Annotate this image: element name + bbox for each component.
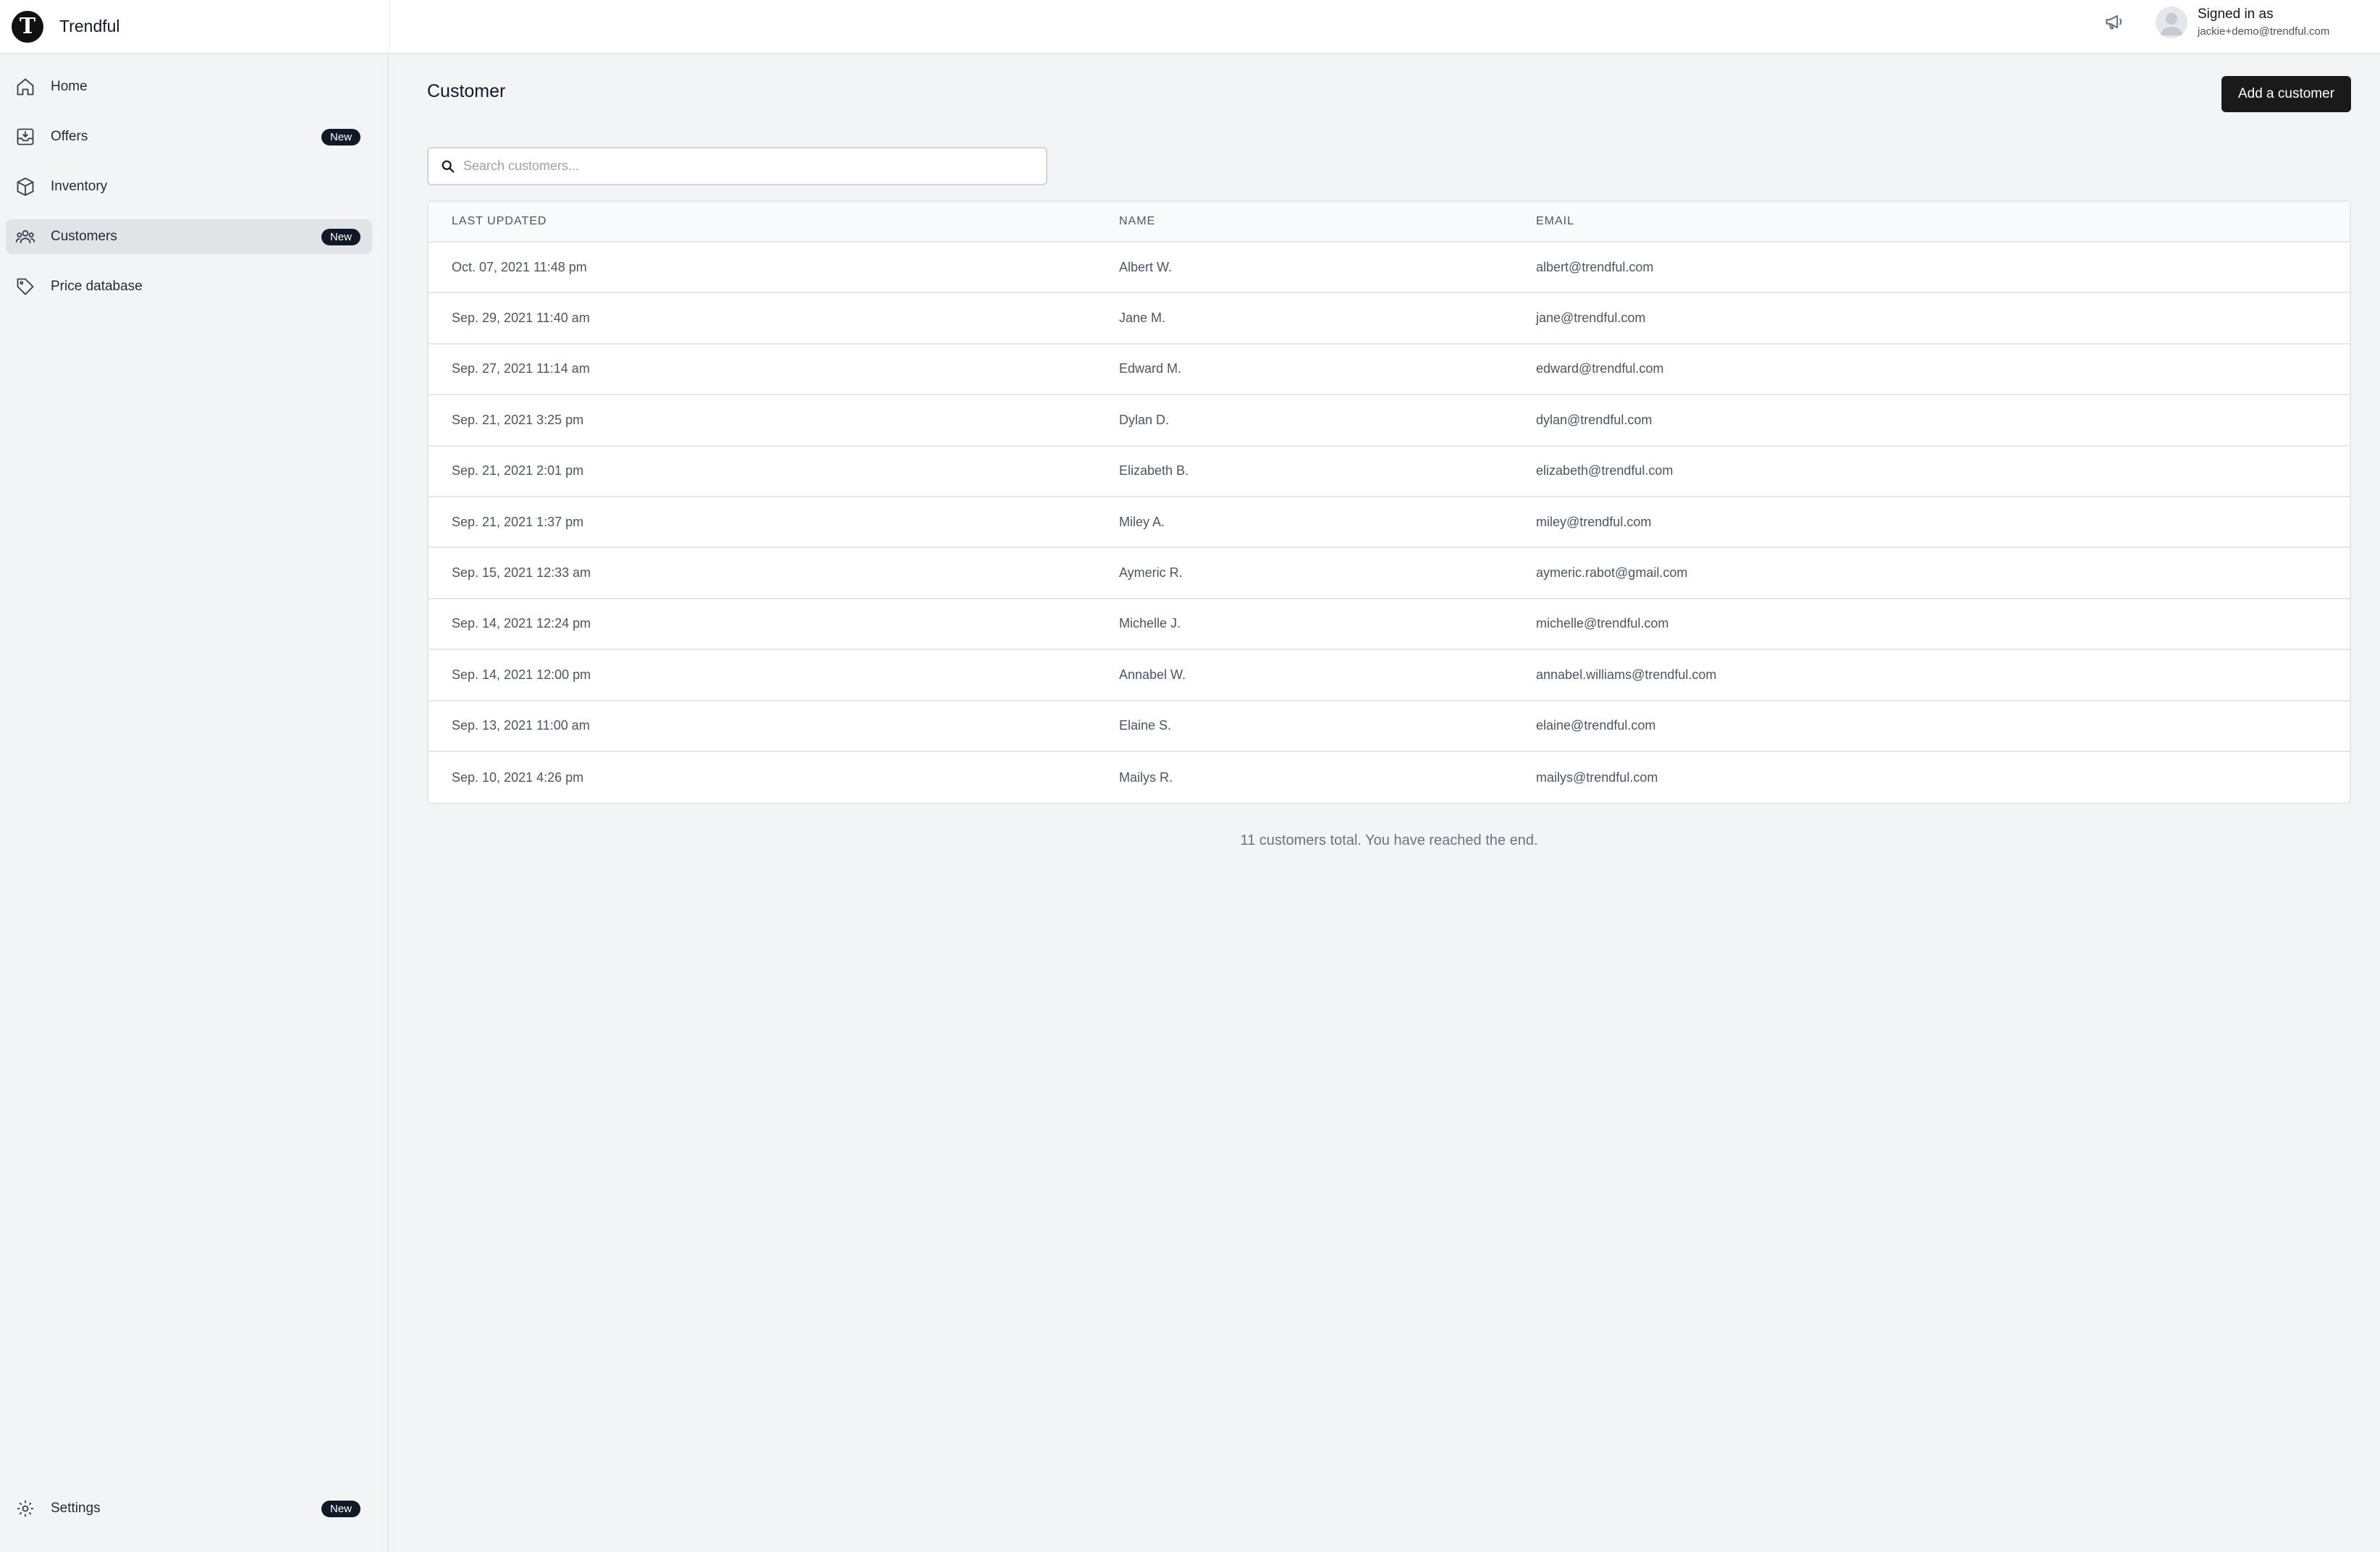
cell-email: miley@trendful.com — [1536, 514, 1652, 529]
column-header-name[interactable]: NAME — [1119, 215, 1155, 228]
cell-name: Michelle J. — [1119, 616, 1181, 631]
table-row[interactable]: Sep. 21, 2021 3:25 pm Dylan D. dylan@trend… — [429, 395, 2350, 447]
cell-name: Annabel W. — [1119, 667, 1186, 682]
sidebar-item-label: Settings — [51, 1501, 101, 1516]
signed-in-label: Signed in as — [2198, 7, 2274, 22]
cell-name: Jane M. — [1119, 311, 1166, 326]
cell-name: Mailys R. — [1119, 769, 1173, 785]
sidebar-item-label: Price database — [51, 279, 143, 294]
sidebar-item-label: Customers — [51, 229, 117, 244]
cell-email: elaine@trendful.com — [1536, 718, 1656, 733]
table-row[interactable]: Sep. 15, 2021 12:33 am Aymeric R. aymeric.… — [429, 548, 2350, 599]
cell-email: mailys@trendful.com — [1536, 769, 1658, 785]
cell-last-updated: Sep. 21, 2021 3:25 pm — [452, 412, 584, 427]
page-title: Customer — [427, 81, 506, 101]
table-row[interactable]: Sep. 14, 2021 12:00 pm Annabel W. annabel.… — [429, 650, 2350, 701]
sidebar-item-label: Offers — [51, 129, 88, 144]
cell-email: annabel.williams@trendful.com — [1536, 667, 1717, 682]
cell-last-updated: Sep. 29, 2021 11:40 am — [452, 311, 590, 326]
user-email: jackie+demo@trendful.com — [2198, 25, 2330, 38]
avatar[interactable] — [2156, 7, 2187, 38]
new-badge: New — [321, 128, 360, 146]
cell-name: Miley A. — [1119, 514, 1165, 529]
list-end-note: 11 customers total. You have reached the… — [1240, 832, 1538, 848]
cell-last-updated: Sep. 14, 2021 12:24 pm — [452, 616, 591, 631]
brand-name: Trendful — [59, 17, 120, 35]
sidebar-item-offers[interactable]: Offers New — [6, 119, 372, 154]
table-header: LAST UPDATED NAME EMAIL — [429, 202, 2350, 242]
cell-email: jane@trendful.com — [1536, 311, 1646, 326]
gear-icon — [14, 1498, 36, 1519]
table-row[interactable]: Oct. 07, 2021 11:48 pm Albert W. albert@tr… — [429, 242, 2350, 294]
new-badge: New — [321, 228, 360, 245]
new-badge: New — [321, 1500, 360, 1517]
table-row[interactable]: Sep. 27, 2021 11:14 am Edward M. edward@tr… — [429, 345, 2350, 396]
cell-name: Elaine S. — [1119, 718, 1172, 733]
cell-email: albert@trendful.com — [1536, 259, 1654, 274]
cell-name: Dylan D. — [1119, 412, 1170, 427]
table-row[interactable]: Sep. 21, 2021 1:37 pm Miley A. miley@trend… — [429, 497, 2350, 549]
sidebar-item-customers[interactable]: Customers New — [6, 219, 372, 254]
cell-last-updated: Sep. 21, 2021 1:37 pm — [452, 514, 584, 529]
sidebar-item-label: Home — [51, 79, 88, 94]
sidebar-bottom: Settings New — [6, 1491, 372, 1541]
inbox-download-icon — [14, 126, 36, 148]
box-icon — [14, 176, 36, 198]
table-row[interactable]: Sep. 29, 2021 11:40 am Jane M. jane@trendf… — [429, 293, 2350, 345]
search-box[interactable] — [427, 147, 1047, 185]
user-menu[interactable]: Signed in as jackie+demo@trendful.com — [2198, 7, 2329, 38]
cell-last-updated: Sep. 27, 2021 11:14 am — [452, 361, 590, 376]
tag-icon — [14, 276, 36, 298]
table-row[interactable]: Sep. 10, 2021 4:26 pm Mailys R. mailys@tre… — [429, 752, 2350, 803]
cell-name: Elizabeth B. — [1119, 463, 1189, 478]
cell-email: dylan@trendful.com — [1536, 412, 1653, 427]
top-bar — [390, 0, 2380, 54]
cell-last-updated: Sep. 14, 2021 12:00 pm — [452, 667, 591, 682]
column-header-last-updated[interactable]: LAST UPDATED — [452, 215, 547, 228]
sidebar-nav: Home Offers New Inventory Customers New — [6, 69, 372, 319]
cell-email: michelle@trendful.com — [1536, 616, 1669, 631]
cell-name: Albert W. — [1119, 259, 1173, 274]
table-row[interactable]: Sep. 13, 2021 11:00 am Elaine S. elaine@tr… — [429, 701, 2350, 752]
sidebar-item-inventory[interactable]: Inventory — [6, 169, 372, 204]
customers-table: LAST UPDATED NAME EMAIL Oct. 07, 2021 11… — [427, 201, 2351, 805]
cell-last-updated: Sep. 21, 2021 2:01 pm — [452, 463, 584, 478]
add-customer-button[interactable]: Add a customer — [2221, 76, 2351, 112]
megaphone-icon[interactable] — [2103, 10, 2126, 33]
table-row[interactable]: Sep. 21, 2021 2:01 pm Elizabeth B. elizabe… — [429, 447, 2350, 497]
table-body: Oct. 07, 2021 11:48 pm Albert W. albert@tr… — [429, 242, 2350, 803]
cell-email: edward@trendful.com — [1536, 361, 1664, 376]
sidebar-item-settings[interactable]: Settings New — [6, 1491, 372, 1526]
cell-last-updated: Sep. 13, 2021 11:00 am — [452, 718, 590, 733]
users-icon — [14, 226, 36, 248]
sidebar-item-price-database[interactable]: Price database — [6, 269, 372, 304]
cell-name: Edward M. — [1119, 361, 1182, 376]
cell-last-updated: Sep. 15, 2021 12:33 am — [452, 565, 591, 581]
sidebar-item-home[interactable]: Home — [6, 69, 372, 104]
cell-email: aymeric.rabot@gmail.com — [1536, 565, 1688, 581]
brand-header: T Trendful — [0, 0, 389, 54]
cell-name: Aymeric R. — [1119, 565, 1183, 581]
home-icon — [14, 76, 36, 98]
sidebar-item-label: Inventory — [51, 179, 108, 194]
cell-last-updated: Oct. 07, 2021 11:48 pm — [452, 259, 587, 274]
cell-email: elizabeth@trendful.com — [1536, 463, 1674, 478]
search-input[interactable] — [463, 159, 1028, 174]
table-row[interactable]: Sep. 14, 2021 12:24 pm Michelle J. michell… — [429, 599, 2350, 651]
brand-logo[interactable]: T — [12, 10, 43, 43]
cell-last-updated: Sep. 10, 2021 4:26 pm — [452, 769, 584, 785]
column-header-email[interactable]: EMAIL — [1536, 215, 1574, 228]
search-icon — [440, 159, 456, 174]
sidebar: T Trendful Home Offers New Inventory Cus… — [0, 0, 389, 1552]
